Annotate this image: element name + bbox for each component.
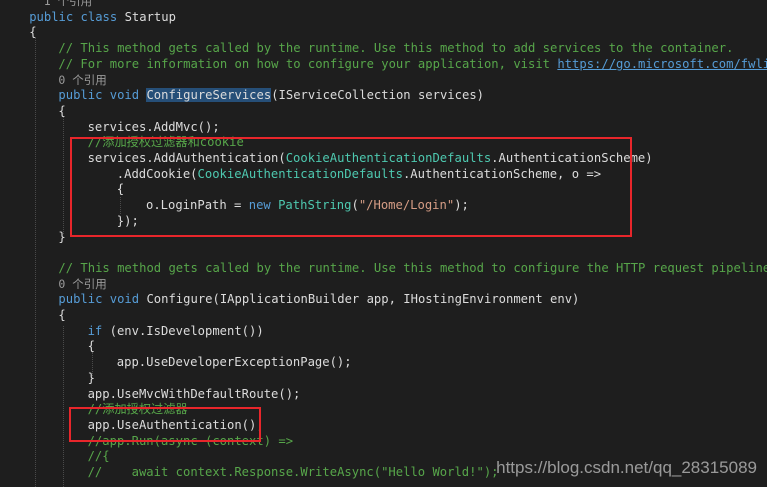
reference-count-label: 1 个引用	[44, 0, 92, 9]
code-token: Configure(IApplicationBuilder app, IHost…	[146, 292, 580, 307]
reference-count-text[interactable]: 0 个引用	[58, 277, 106, 291]
code-line: public void ConfigureServices(IServiceCo…	[58, 87, 484, 103]
code-token: public void	[58, 88, 147, 103]
code-token: ConfigureServices	[146, 88, 272, 103]
code-token: // This method gets called by the runtim…	[58, 260, 767, 275]
code-token: public void	[58, 292, 147, 307]
code-line: // For more information on how to config…	[58, 56, 767, 72]
code-line: // await context.Response.WriteAsync("He…	[88, 464, 499, 480]
indent-guide	[35, 38, 36, 487]
reference-count-label: 0 个引用	[58, 72, 106, 88]
code-line: {	[58, 307, 65, 323]
reference-count-label: 0 个引用	[58, 276, 106, 292]
code-token: {	[58, 308, 66, 322]
code-token: {	[87, 339, 95, 354]
code-line: // This method gets called by the runtim…	[58, 40, 733, 56]
code-token: (env.IsDevelopment())	[109, 323, 264, 338]
code-token: // This method gets called by the runtim…	[58, 41, 734, 56]
code-line: services.AddMvc();	[88, 119, 220, 135]
code-editor[interactable]: 1 个引用 public class Startup{// This method…	[0, 0, 767, 487]
code-token: }	[87, 370, 95, 385]
code-line: {	[29, 24, 36, 40]
code-line: public class Startup	[29, 9, 176, 25]
code-line: if (env.IsDevelopment())	[88, 323, 264, 339]
code-line: //{	[88, 448, 110, 464]
code-line: public void Configure(IApplicationBuilde…	[58, 291, 579, 307]
code-token: // For more information on how to config…	[58, 56, 558, 71]
code-token: app.UseDeveloperExceptionPage();	[116, 355, 352, 370]
code-line: app.UseMvcWithDefaultRoute();	[88, 386, 301, 402]
code-token: if	[87, 323, 110, 338]
annotation-box-cookie-auth	[70, 137, 632, 237]
code-token: Startup	[124, 9, 176, 24]
code-line: {	[58, 103, 65, 119]
code-line: app.UseDeveloperExceptionPage();	[117, 354, 352, 370]
code-line: {	[88, 338, 95, 354]
code-line: }	[58, 229, 65, 245]
code-token: // await context.Response.WriteAsync("He…	[87, 465, 499, 479]
indent-guide	[63, 326, 64, 487]
code-token: {	[29, 25, 37, 40]
reference-count-text[interactable]: 0 个引用	[58, 73, 106, 87]
indent-guide	[63, 117, 64, 234]
reference-count-text[interactable]: 1 个引用	[44, 0, 92, 8]
code-token: public class	[29, 9, 125, 24]
code-token: app.UseMvcWithDefaultRoute();	[87, 386, 301, 401]
code-line: // This method gets called by the runtim…	[58, 260, 767, 276]
code-token: (IServiceCollection services)	[271, 88, 484, 103]
code-link[interactable]: https://go.microsoft.com/fwlink/?L	[557, 57, 767, 71]
code-token: services.AddMvc();	[87, 119, 220, 134]
code-token: //{	[87, 449, 110, 464]
code-token: }	[58, 229, 66, 244]
code-token: {	[58, 103, 66, 118]
code-line: }	[88, 370, 95, 386]
watermark-text: https://blog.csdn.net/qq_28315089	[496, 458, 757, 477]
annotation-box-use-authentication	[69, 407, 261, 442]
